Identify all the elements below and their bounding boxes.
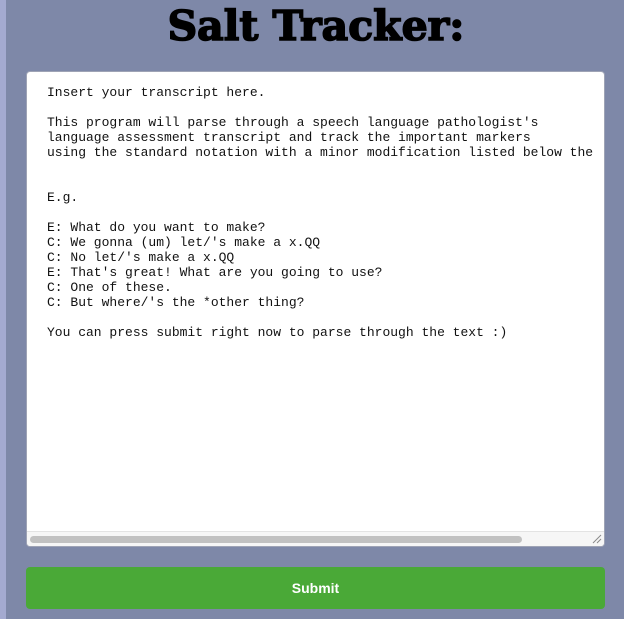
transcript-textarea[interactable]: Insert your transcript here. This progra… xyxy=(26,71,605,547)
resize-grip-icon[interactable] xyxy=(592,534,602,544)
page-background: Salt Tracker: Insert your transcript her… xyxy=(6,0,624,619)
submit-button[interactable]: Submit xyxy=(26,567,605,609)
horizontal-scrollbar[interactable] xyxy=(27,531,604,546)
page-title: Salt Tracker: xyxy=(167,1,465,51)
transcript-text[interactable]: Insert your transcript here. This progra… xyxy=(47,85,593,340)
scrollbar-thumb[interactable] xyxy=(30,536,522,543)
